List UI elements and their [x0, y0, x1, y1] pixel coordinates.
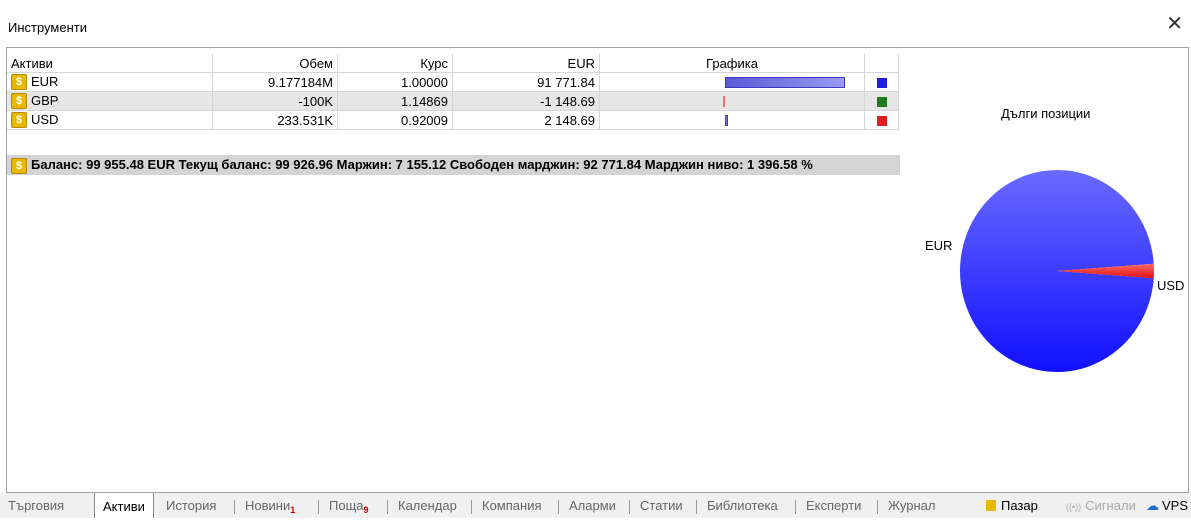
tab-journal[interactable]: Журнал	[888, 498, 935, 513]
asset-volume: 233.531K	[212, 110, 338, 130]
coin-icon: $	[11, 93, 27, 110]
pie-chart: EUR USD	[925, 170, 1184, 372]
coin-icon: $	[11, 112, 27, 129]
assets-table: Активи Обем Курс EUR Графика $ EUR 9.1771…	[7, 54, 899, 130]
shopping-bag-icon	[986, 500, 996, 511]
tab-news-label: Новини	[245, 498, 291, 513]
window-title: Инструменти	[8, 20, 87, 35]
asset-name: GBP	[31, 92, 59, 108]
tab-mail-label: Поща	[329, 498, 364, 513]
table-row[interactable]: $ EUR 9.177184M 1.00000 91 771.84	[7, 72, 899, 92]
asset-volume: -100K	[212, 91, 338, 111]
vps-label: VPS	[1162, 498, 1189, 513]
signals-link[interactable]: ((•)) Сигнали	[1066, 498, 1136, 513]
mail-badge: 9	[363, 505, 369, 515]
asset-rate: 1.00000	[337, 72, 453, 92]
table-header-row: Активи Обем Курс EUR Графика	[7, 54, 899, 73]
tab-mail[interactable]: Поща9	[329, 498, 369, 515]
asset-rate: 0.92009	[337, 110, 453, 130]
signals-label: Сигнали	[1085, 498, 1136, 513]
assets-panel: Активи Обем Курс EUR Графика $ EUR 9.1771…	[6, 47, 1189, 493]
column-header-assets[interactable]: Активи	[7, 54, 213, 73]
column-header-graph[interactable]: Графика	[599, 54, 865, 73]
column-header-volume[interactable]: Обем	[212, 54, 338, 73]
tab-history[interactable]: История	[166, 498, 216, 513]
tab-calendar[interactable]: Календар	[398, 498, 457, 513]
title-bar: Инструменти ✕	[0, 0, 1191, 46]
cloud-icon: ☁	[1146, 498, 1159, 513]
color-swatch	[876, 116, 887, 127]
column-header-color	[864, 54, 899, 73]
column-header-rate[interactable]: Курс	[337, 54, 453, 73]
table-row[interactable]: $ GBP -100K 1.14869 -1 148.69	[7, 91, 899, 111]
tab-company[interactable]: Компания	[482, 498, 542, 513]
asset-name: USD	[31, 111, 59, 127]
column-header-eur[interactable]: EUR	[452, 54, 600, 73]
tab-assets[interactable]: Активи	[94, 493, 154, 518]
graph-bar	[725, 77, 845, 88]
bottom-tab-bar: Търговия Активи История Новини1 Поща9 Ка…	[0, 493, 1191, 518]
tab-trading[interactable]: Търговия	[8, 498, 64, 513]
tab-library[interactable]: Библиотека	[707, 498, 778, 513]
coin-icon: $	[11, 157, 27, 174]
asset-eur: -1 148.69	[452, 91, 600, 111]
signal-icon: ((•))	[1066, 502, 1082, 512]
tab-alarms[interactable]: Аларми	[569, 498, 616, 513]
balance-summary: $ Баланс: 99 955.48 EUR Текущ баланс: 99 …	[7, 155, 900, 175]
news-badge: 1	[290, 505, 296, 515]
asset-rate: 1.14869	[337, 91, 453, 111]
asset-eur: 91 771.84	[452, 72, 600, 92]
pie-label-usd: USD	[1157, 278, 1184, 293]
graph-bar	[725, 115, 728, 126]
graph-bar	[723, 96, 725, 107]
color-swatch	[876, 97, 887, 108]
pie-title: Дълги позиции	[1001, 106, 1091, 121]
market-link[interactable]: Пазар	[986, 498, 1038, 513]
pie-label-eur: EUR	[925, 238, 952, 253]
close-icon[interactable]: ✕	[1166, 14, 1183, 34]
coin-icon: $	[11, 74, 27, 91]
tab-experts[interactable]: Експерти	[806, 498, 861, 513]
asset-eur: 2 148.69	[452, 110, 600, 130]
tab-articles[interactable]: Статии	[640, 498, 683, 513]
tab-news[interactable]: Новини1	[245, 498, 295, 515]
asset-volume: 9.177184M	[212, 72, 338, 92]
balance-summary-text: Баланс: 99 955.48 EUR Текущ баланс: 99 9…	[31, 157, 813, 172]
market-label: Пазар	[1001, 498, 1038, 513]
vps-link[interactable]: ☁ VPS	[1146, 498, 1188, 514]
color-swatch	[876, 78, 887, 89]
asset-name: EUR	[31, 73, 59, 89]
table-row[interactable]: $ USD 233.531K 0.92009 2 148.69	[7, 110, 899, 130]
